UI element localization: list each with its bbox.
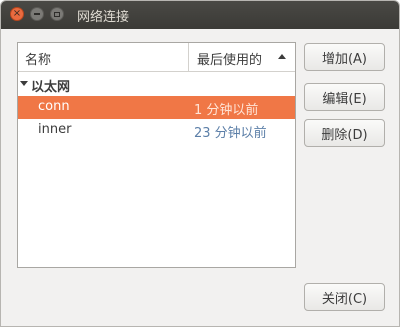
close-button[interactable]: 关闭(C): [304, 283, 385, 311]
group-label: 以太网: [31, 80, 71, 95]
column-header-last-used-label: 最后使用的: [197, 53, 263, 68]
minimize-icon: [34, 13, 40, 15]
list-item-inner[interactable]: inner 23 分钟以前: [18, 119, 295, 142]
network-connections-window: × 网络连接 名称 最后使用的 以太网 conn 1 分钟以前 inner 23…: [0, 0, 400, 327]
window-maximize-button[interactable]: [50, 7, 64, 21]
window-title: 网络连接: [77, 10, 130, 25]
sort-ascending-icon: [278, 54, 286, 59]
edit-button[interactable]: 编辑(E): [304, 83, 385, 111]
close-icon: ×: [12, 8, 22, 19]
maximize-icon: [54, 11, 60, 17]
connection-last-used: 23 分钟以前: [194, 126, 267, 141]
delete-button[interactable]: 删除(D): [304, 119, 385, 147]
connection-name: conn: [38, 99, 70, 114]
group-row-ethernet[interactable]: 以太网: [18, 73, 295, 96]
connections-list[interactable]: 名称 最后使用的 以太网 conn 1 分钟以前 inner 23 分钟以前: [17, 42, 296, 268]
list-item-conn[interactable]: conn 1 分钟以前: [18, 96, 295, 119]
title-bar[interactable]: × 网络连接: [1, 1, 399, 29]
column-header-name[interactable]: 名称: [18, 43, 189, 71]
column-header-last-used[interactable]: 最后使用的: [189, 43, 295, 71]
connection-name: inner: [38, 122, 72, 137]
expander-down-icon[interactable]: [20, 81, 28, 86]
window-close-button[interactable]: ×: [10, 7, 24, 21]
connection-last-used: 1 分钟以前: [194, 103, 259, 118]
add-button[interactable]: 增加(A): [304, 43, 385, 71]
window-minimize-button[interactable]: [30, 7, 44, 21]
list-header: 名称 最后使用的: [18, 43, 295, 72]
column-header-name-label: 名称: [25, 53, 52, 68]
